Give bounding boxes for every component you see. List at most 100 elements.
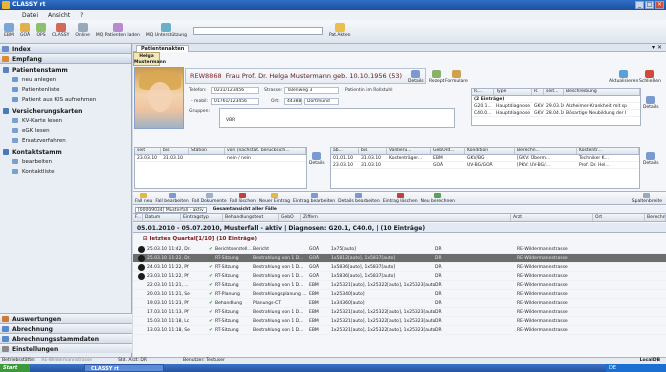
pane-controls[interactable]: ▾ ✕ (652, 44, 662, 51)
menu-datei[interactable]: Datei (22, 12, 38, 20)
entries-list: 25.03.10 11:42, Dr. ✔ Berichtserstell... Be… (133, 245, 666, 335)
classy-button[interactable]: CLASSY (52, 23, 69, 38)
sidebar-empfang[interactable]: Empfang (0, 54, 131, 64)
mobil-field[interactable]: 01761/123456 (211, 98, 259, 105)
sidebar-item-neu-anlegen[interactable]: neu anlegen (0, 75, 131, 85)
list-item[interactable]: 15.03.10 11:18, Lc ✔ RT-Sitzung Bestrahlung… (133, 317, 666, 326)
sidebar-item-kis[interactable]: Patient aus KIS aufnehmen (0, 95, 131, 105)
fall-dokumente-button[interactable]: Fall Dokumente (192, 193, 227, 204)
fall-neu-button[interactable]: Fall neu (135, 193, 152, 204)
gruppen-box[interactable]: VBR (219, 108, 455, 128)
list-item[interactable]: 20.03.10 11:21, Se ✔ RT-Planung Bestrahlung… (133, 290, 666, 299)
spaltenbreite-button[interactable]: Spaltenbreite (632, 193, 662, 204)
aktualisieren-button[interactable]: Aktualisieren (609, 70, 638, 84)
eintrag-loeschen-button[interactable]: Eintrag löschen (383, 193, 418, 204)
start-button[interactable]: Start (0, 364, 30, 372)
list-item[interactable]: 25.03.10 11:22, Dr. ✔ RT-Sitzung Bestrahlun… (133, 254, 666, 263)
eintrag-bearbeiten-button[interactable]: Eintrag bearbeiten (293, 193, 335, 204)
mq-load-button[interactable]: MQ Patienten laden (96, 23, 140, 38)
neu-berechnen-button[interactable]: Neu berechnen (421, 193, 455, 204)
menu-ansicht[interactable]: Ansicht (48, 12, 70, 20)
sidebar-abrechnung[interactable]: Abrechnung (0, 323, 132, 333)
sidebar-auswertungen[interactable]: Auswertungen (0, 313, 132, 323)
taskbar-app-item[interactable]: CLASSY rt (84, 364, 164, 372)
table-row[interactable]: C40.0... Hauptdiagnose GKV 28.04.10 Bösa… (472, 110, 640, 117)
fall-loeschen-button[interactable]: Fall löschen (230, 193, 256, 204)
strasse-field[interactable]: Talenweg 3 (284, 87, 339, 94)
billing-details-button[interactable]: Details (643, 152, 659, 166)
patient-name: Frau Prof. Dr. Helga Mustermann geb. 10.… (225, 72, 403, 80)
menu-help[interactable]: ? (80, 12, 83, 20)
close-button[interactable]: × (655, 1, 664, 9)
system-tray: DE (606, 364, 666, 372)
sidebar-patientenstamm[interactable]: Patientenstamm (0, 64, 131, 75)
details-bearbeiten-button[interactable]: Details bearbeiten (338, 193, 380, 204)
sidebar-item-bearbeiten[interactable]: bearbeiten (0, 157, 131, 167)
main-toolbar: EBM GOÄ OPS CLASSY Online MQ Patienten l… (0, 20, 666, 44)
patient-header: REW8868 Frau Prof. Dr. Helga Mustermann … (185, 68, 426, 84)
schliessen-button[interactable]: Schließen (639, 70, 661, 84)
patient-tab[interactable]: Helga Mustermann (133, 52, 166, 66)
card-read-icon (12, 118, 18, 123)
quarter-group-header[interactable]: ⊟ letztes Quartal[1/10] (10 Einträge) (133, 235, 666, 244)
classy-icon (55, 23, 66, 32)
diag-details-button[interactable]: Details (643, 96, 659, 110)
table-row[interactable]: G20.1... Hauptdiagnose GKV 29.03.10 Alzh… (472, 103, 640, 110)
search-input[interactable] (192, 27, 323, 35)
maximize-button[interactable]: □ (645, 1, 654, 9)
language-indicator[interactable]: DE (609, 365, 616, 371)
sidebar-item-egk[interactable]: eGK lesen (0, 126, 131, 136)
list-item[interactable]: 19.03.10 11:23, Pf ✔ Behandlung Planungs-CT… (133, 299, 666, 308)
list-item[interactable]: 17.03.10 11:13, Pf ✔ RT-Sitzung Bestrahlung… (133, 308, 666, 317)
cases-details-button[interactable]: Details (309, 152, 325, 166)
table-row[interactable]: 23.03.10 31.03.10 nein / nein (135, 155, 306, 162)
sidebar-item-ersatz[interactable]: Ersatzverfahren (0, 136, 131, 146)
rezept-button[interactable]: Rezept (429, 70, 444, 84)
ebm-button[interactable]: EBM (4, 23, 14, 38)
case-filter-dropdown[interactable]: [00009034] Musterfall - aktiv (135, 206, 207, 213)
sidebar-kontaktstamm[interactable]: Kontaktstamm (0, 146, 131, 157)
list-item[interactable]: 22.03.10 11:21, ... ✔ RT-Sitzung Bestrahlun… (133, 281, 666, 290)
sidebar-index[interactable]: Index (0, 44, 131, 54)
online-button[interactable]: Online (75, 23, 90, 38)
table-row[interactable]: 23.03.10 31.03.10 GOÄ UV-BG/GOÄ [PKV: UV… (331, 162, 639, 169)
main-area: Patientenakten ▾ ✕ Helga Mustermann REW8… (133, 44, 666, 357)
plz-field[interactable]: 44388 (284, 98, 302, 105)
minimize-button[interactable]: _ (635, 1, 644, 9)
sidebar-abrechnungsstammdaten[interactable]: Abrechnungsstammdaten (0, 333, 132, 343)
mq-support-button[interactable]: MQ Unterstützung (146, 23, 187, 38)
new-case-icon (140, 193, 148, 198)
ort-field[interactable]: Dortmund (304, 98, 339, 105)
telefon-field[interactable]: 0231/123456 (211, 87, 259, 94)
view-all-cases-tab[interactable]: Gesamtansicht aller Fälle (207, 207, 277, 212)
case-group-header[interactable]: 05.01.2010 - 05.07.2010, Musterfall - ak… (133, 223, 666, 233)
formulare-button[interactable]: Formulare (445, 70, 468, 84)
list-item[interactable]: 13.03.10 11:18, Se ✔ RT-Sitzung Bestrahlung… (133, 326, 666, 335)
sidebar-item-patientenliste[interactable]: Patientenliste (0, 85, 131, 95)
list-item[interactable]: 25.03.10 11:42, Dr. ✔ Berichtserstell... Be… (133, 245, 666, 254)
ops-button[interactable]: OPS (36, 23, 47, 38)
details-icon (646, 152, 656, 160)
recalc-icon (434, 193, 442, 198)
refresh-icon (619, 70, 629, 78)
table-row[interactable]: 01.01.10 31.03.10 Kostenträger... EBM GK… (331, 155, 639, 162)
formulare-icon (451, 70, 461, 78)
neuer-eintrag-button[interactable]: Neuer Eintrag (259, 193, 290, 204)
window-controls: _ □ × (635, 1, 664, 9)
sidebar-einstellungen[interactable]: Einstellungen (0, 343, 132, 353)
status-icon (138, 246, 145, 253)
edit-icon (12, 159, 18, 164)
list-item[interactable]: 24.03.10 11:22, Pf ✔ RT-Sitzung Bestrahlung… (133, 263, 666, 272)
tab-patientenakten[interactable]: Patientenakten (136, 45, 190, 52)
billing-icon (2, 326, 9, 332)
sidebar-item-kv-karte[interactable]: KV-Karte lesen (0, 116, 131, 126)
rezept-icon (432, 70, 442, 78)
goae-button[interactable]: GOÄ (20, 23, 30, 38)
fall-bearbeiten-button[interactable]: Fall bearbeiten (155, 193, 189, 204)
sidebar-versicherung[interactable]: Versicherungskarten (0, 105, 131, 116)
online-icon (77, 23, 88, 32)
list-item[interactable]: 23.03.10 11:22, Pf ✔ RT-Sitzung Bestrahlung… (133, 272, 666, 281)
sidebar-item-kontaktliste[interactable]: Kontaktliste (0, 167, 131, 177)
details-button[interactable]: Details (408, 70, 424, 84)
pat-akten-button[interactable]: Pat.Akten (329, 23, 351, 38)
